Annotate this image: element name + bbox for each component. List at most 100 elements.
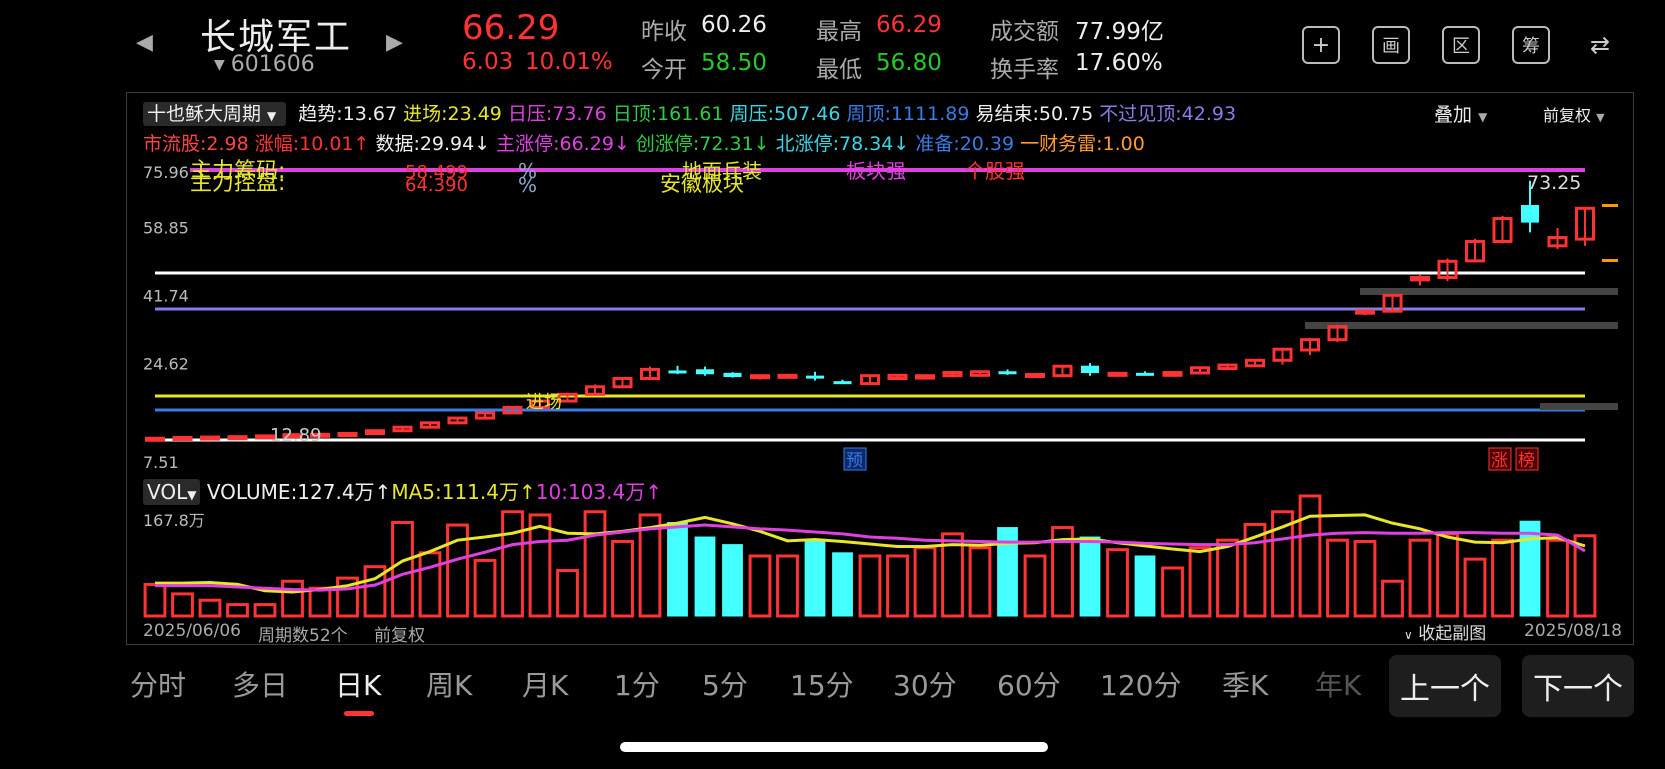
volume-bar	[1381, 579, 1404, 618]
candle	[1327, 324, 1348, 343]
volume-bar	[1519, 520, 1541, 617]
candle	[1162, 371, 1183, 377]
volume-readout: VOLUME:127.4万↑MA5:111.4万↑10:103.4万↑	[207, 480, 662, 504]
annotation-a4: 64.390	[405, 175, 468, 196]
annotation-entry-label: 进场	[526, 392, 562, 413]
tag-label: 涨	[1491, 451, 1508, 471]
candlestick-chart[interactable]: 75.9658.8541.7424.627.51 167.8万 主力筹码:主力控…	[0, 0, 1665, 769]
candle	[392, 425, 413, 433]
annotation-a6: %	[518, 173, 537, 197]
collapse-subchart-button[interactable]: ∨ 收起副图	[1404, 619, 1486, 644]
tab-1[interactable]: 多日	[232, 664, 288, 704]
candle	[364, 429, 386, 436]
tab-3[interactable]: 周K	[426, 664, 472, 704]
candle	[419, 421, 441, 429]
candle	[942, 370, 963, 378]
tab-5[interactable]: 1分	[614, 664, 660, 704]
volume-bar	[667, 522, 688, 617]
tab-9[interactable]: 60分	[997, 664, 1061, 704]
candle	[172, 435, 193, 441]
start-date: 2025/06/06	[143, 621, 241, 641]
volume-bar	[226, 603, 249, 618]
annotation-a8: 安徽板块	[660, 172, 744, 196]
volume-bar	[281, 579, 304, 618]
volume-bar	[143, 582, 167, 618]
tab-10[interactable]: 120分	[1100, 664, 1181, 704]
price-tick-label: 24.62	[143, 354, 189, 373]
annotation-high-label: 73.25	[1527, 172, 1581, 194]
candle	[1272, 347, 1293, 365]
volume-bar	[1106, 548, 1129, 618]
candle	[969, 370, 991, 377]
candle	[1135, 371, 1155, 376]
tab-0[interactable]: 分时	[130, 664, 186, 704]
candle	[1492, 215, 1513, 244]
volume-bar	[832, 552, 853, 617]
candle	[1464, 238, 1486, 263]
volume-bar	[1298, 494, 1322, 618]
volume-bar	[1326, 538, 1349, 618]
candle	[695, 366, 715, 376]
tab-6[interactable]: 5分	[702, 664, 748, 704]
tag-label: 预	[846, 451, 863, 471]
volume-indicator-name: VOL	[147, 480, 188, 504]
volume-bar	[501, 510, 524, 618]
annotation-low-label: 12.89	[270, 425, 322, 446]
volume-bar	[1134, 555, 1156, 617]
volume-bar	[1161, 566, 1184, 618]
resistance-band	[1305, 322, 1618, 329]
volume-bar	[1463, 557, 1487, 618]
active-tab-indicator	[344, 711, 374, 716]
price-tick-label: 75.96	[143, 163, 189, 182]
home-indicator	[620, 742, 1048, 752]
volume-bar	[473, 558, 497, 618]
candle	[584, 384, 606, 396]
candle	[859, 374, 881, 386]
candle	[777, 373, 798, 379]
volume-bar	[583, 510, 607, 618]
period-count: 周期数52个	[258, 626, 348, 646]
volume-selector[interactable]: VOL▼	[143, 479, 201, 505]
ma5-line	[155, 513, 1586, 594]
tab-8[interactable]: 30分	[893, 664, 957, 704]
prev-item-button[interactable]: 上一个	[1389, 655, 1501, 717]
volume-bar	[968, 546, 992, 618]
candle	[833, 379, 852, 385]
tab-4[interactable]: 月K	[522, 664, 568, 704]
next-item-button[interactable]: 下一个	[1522, 655, 1634, 717]
volume-bar	[776, 554, 799, 618]
candle	[1437, 258, 1458, 282]
volume-bar	[1188, 546, 1212, 618]
candle	[227, 435, 248, 441]
chevron-down-icon: ▼	[187, 488, 197, 502]
annotation-a9: 板块强	[846, 159, 906, 183]
volume-bar	[1216, 538, 1239, 618]
candle	[474, 411, 496, 420]
volume-bar	[1546, 538, 1569, 618]
volume-bar	[253, 603, 277, 618]
volume-bar	[198, 598, 222, 618]
candle	[1024, 373, 1046, 379]
candle	[144, 436, 166, 442]
volume-value-1: MA5:111.4万↑	[391, 480, 536, 504]
candle	[998, 369, 1017, 375]
price-marker	[1602, 259, 1618, 262]
volume-value-2: 10:103.4万↑	[535, 480, 662, 504]
tab-12[interactable]: 年K	[1315, 664, 1361, 704]
candle	[723, 372, 742, 378]
volume-bar	[611, 539, 634, 618]
volume-bar	[722, 544, 743, 617]
candle	[1189, 366, 1211, 375]
tab-7[interactable]: 15分	[790, 664, 854, 704]
price-tick-label: 58.85	[143, 219, 189, 238]
candle	[1574, 206, 1596, 246]
volume-bar	[556, 569, 579, 618]
end-date: 2025/08/18	[1524, 621, 1622, 641]
price-tick-label: 7.51	[143, 453, 179, 472]
candle	[612, 376, 633, 389]
tab-2[interactable]: 日K	[335, 664, 381, 704]
volume-bar	[1408, 538, 1432, 618]
tab-11[interactable]: 季K	[1222, 664, 1268, 704]
volume-bar	[308, 586, 332, 618]
candle	[1080, 363, 1100, 376]
